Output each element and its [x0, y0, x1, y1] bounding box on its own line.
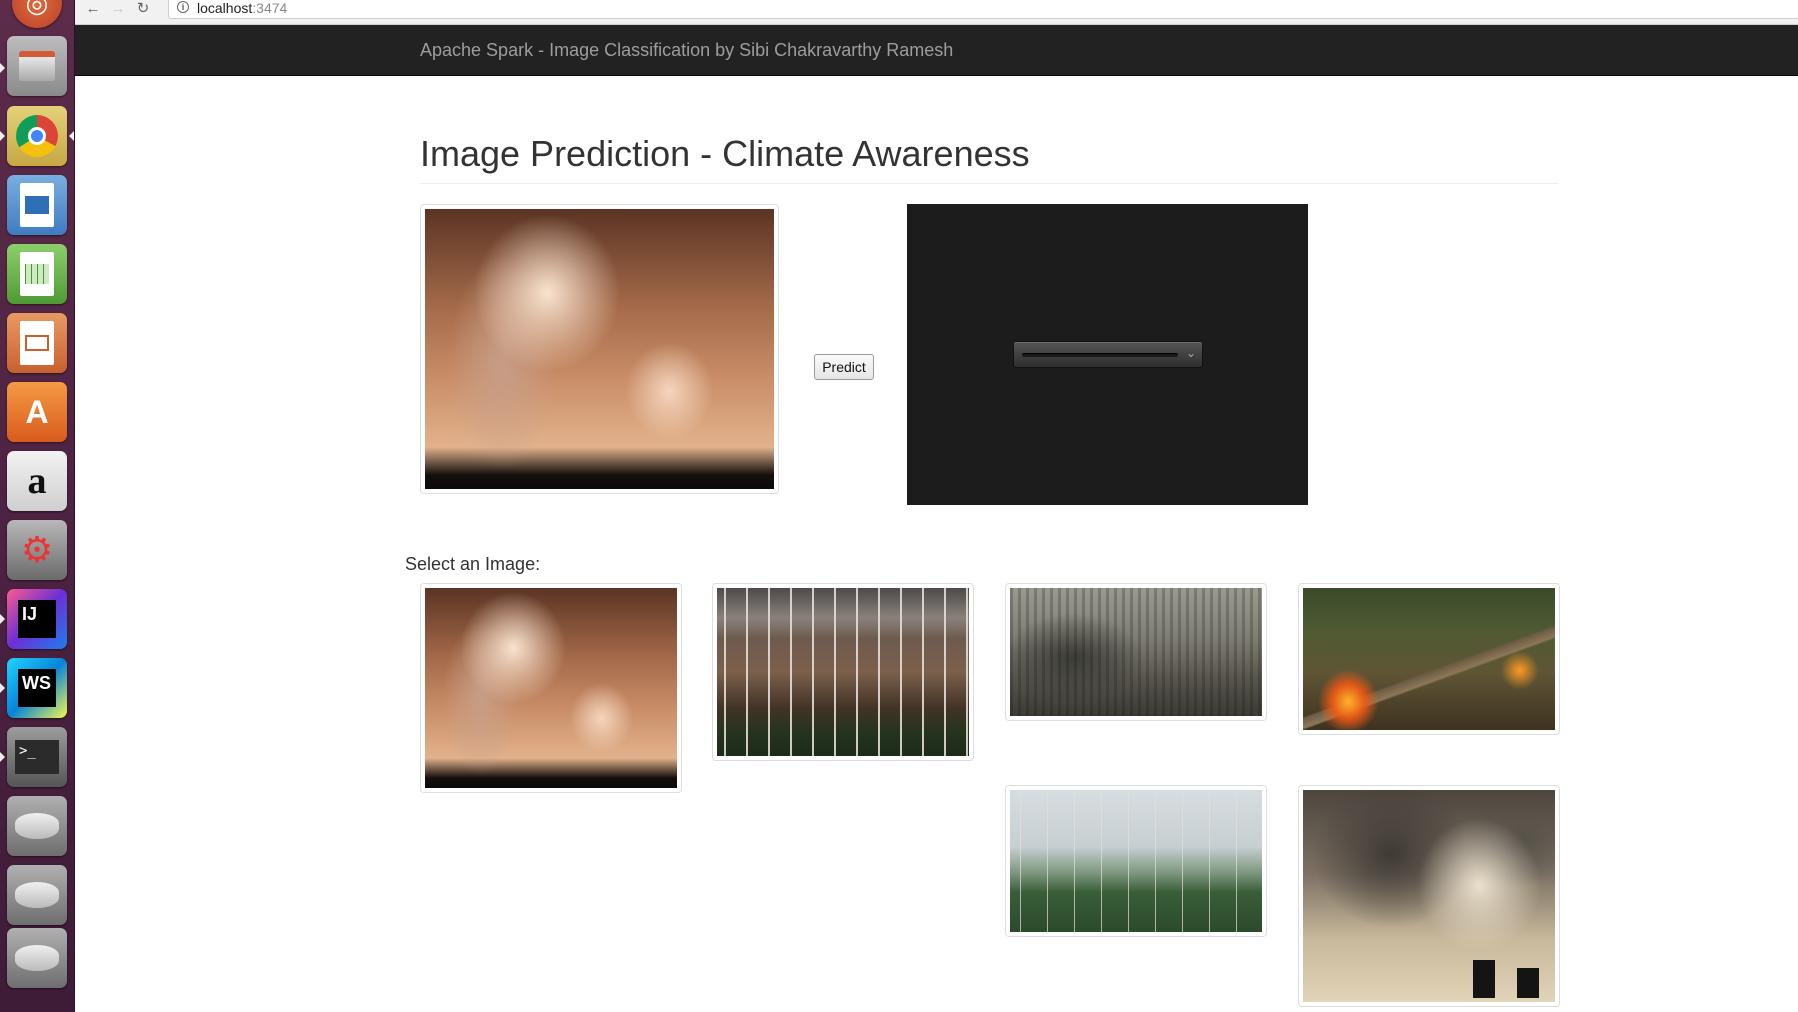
drive-icon[interactable]	[7, 796, 67, 856]
drive-icon[interactable]	[7, 865, 67, 925]
gallery-image-power-plant-smoke[interactable]	[420, 583, 682, 793]
gallery-image-forest-fire[interactable]	[1298, 583, 1560, 735]
drive-icon[interactable]	[7, 928, 67, 988]
amazon-icon[interactable]: a	[7, 451, 67, 511]
info-icon[interactable]: i	[177, 1, 189, 13]
ubuntu-launcher: ◎ A a ⚙ IJ WS >_	[0, 0, 75, 1012]
gallery-image-factory-smokestacks[interactable]	[1298, 785, 1560, 1007]
forward-arrow-icon[interactable]: →	[108, 0, 128, 17]
webstorm-icon[interactable]: WS	[7, 658, 67, 718]
navbar-brand[interactable]: Apache Spark - Image Classification by S…	[420, 40, 953, 61]
chrome-icon[interactable]	[7, 106, 67, 166]
smokestack	[1517, 968, 1539, 998]
select-image-label: Select an Image:	[405, 554, 541, 574]
files-icon[interactable]	[7, 36, 67, 96]
page-title: Image Prediction - Climate Awareness	[420, 133, 1030, 174]
terminal-icon[interactable]: >_	[7, 727, 67, 787]
result-dropdown[interactable]: ⌄	[1013, 341, 1203, 368]
selected-image	[420, 204, 779, 494]
smokestack	[1473, 960, 1495, 998]
site-navbar: Apache Spark - Image Classification by S…	[75, 25, 1798, 76]
gallery-image-ruined-city[interactable]	[1005, 583, 1267, 721]
libreoffice-writer-icon[interactable]	[7, 175, 67, 235]
browser-toolbar: ← → ↻ i localhost:3474	[75, 0, 1798, 25]
software-center-icon[interactable]: A	[7, 382, 67, 442]
chevron-down-icon: ⌄	[1185, 346, 1196, 360]
reload-icon[interactable]: ↻	[133, 0, 153, 17]
libreoffice-impress-icon[interactable]	[7, 313, 67, 373]
intellij-idea-icon[interactable]: IJ	[7, 589, 67, 649]
gallery-image-dead-trees-forest[interactable]	[1005, 785, 1267, 937]
title-divider	[420, 183, 1558, 184]
system-settings-icon[interactable]: ⚙	[7, 520, 67, 580]
gallery-image-dead-forest-mountains[interactable]	[712, 583, 974, 761]
url-text[interactable]: localhost:3474	[197, 0, 287, 16]
power-plant-smoke-image	[425, 209, 774, 489]
prediction-result-panel: ⌄	[907, 204, 1308, 505]
back-arrow-icon[interactable]: ←	[83, 0, 103, 17]
predict-button[interactable]: Predict	[814, 354, 874, 380]
address-bar[interactable]: i localhost:3474	[168, 0, 1798, 19]
libreoffice-calc-icon[interactable]	[7, 244, 67, 304]
ubuntu-dash-icon[interactable]: ◎	[12, 0, 62, 28]
